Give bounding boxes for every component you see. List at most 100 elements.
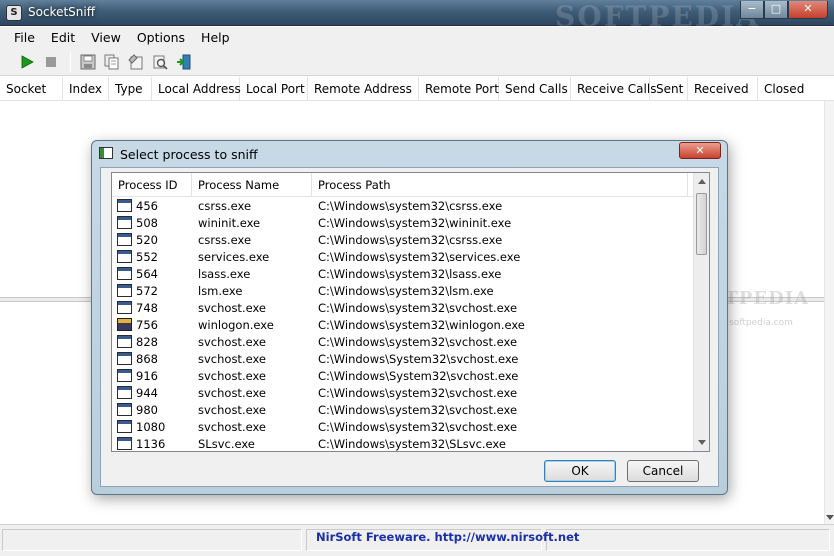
- dialog-window-icon: [99, 147, 113, 159]
- process-id-cell: 1136: [112, 437, 192, 451]
- stop-sniff-button[interactable]: [40, 51, 62, 73]
- maximize-button[interactable]: □: [764, 1, 788, 19]
- select-process-dialog: Select process to sniff ✕ Process ID Pro…: [91, 140, 728, 495]
- process-window-icon: [117, 199, 132, 212]
- column-closed[interactable]: Closed: [758, 77, 830, 101]
- process-window-icon: [117, 437, 132, 450]
- process-id: 916: [136, 368, 158, 383]
- menu-help[interactable]: Help: [193, 30, 238, 45]
- column-local-port[interactable]: Local Port: [240, 77, 308, 101]
- process-path: C:\Windows\system32\services.exe: [318, 249, 521, 264]
- column-type[interactable]: Type: [109, 77, 152, 101]
- column-remote-address[interactable]: Remote Address: [308, 77, 419, 101]
- menu-file[interactable]: File: [6, 30, 43, 45]
- dialog-close-button[interactable]: ✕: [679, 142, 721, 159]
- process-path: C:\Windows\system32\csrss.exe: [318, 198, 503, 213]
- column-received[interactable]: Received: [688, 77, 758, 101]
- process-list-scrollbar[interactable]: [693, 173, 709, 451]
- process-id: 572: [136, 283, 158, 298]
- minimize-button[interactable]: −: [740, 1, 764, 19]
- column-sent[interactable]: Sent: [650, 77, 688, 101]
- scrollbar-thumb[interactable]: [696, 193, 707, 255]
- process-id: 1080: [136, 419, 166, 434]
- column-process-path[interactable]: Process Path: [312, 173, 688, 197]
- process-path: C:\Windows\System32\svchost.exe: [318, 351, 519, 366]
- dialog-client-area: Process ID Process Name Process Path 456…: [100, 167, 719, 487]
- start-sniff-button[interactable]: [16, 51, 38, 73]
- process-row[interactable]: 916 svchost.exe C:\Windows\System32\svchos…: [112, 367, 694, 384]
- process-list-body[interactable]: 456 csrss.exe C:\Windows\system32\csrss.ex…: [112, 197, 694, 451]
- process-row[interactable]: 944 svchost.exe C:\Windows\system32\svchos…: [112, 384, 694, 401]
- process-row[interactable]: 756 winlogon.exe C:\Windows\system32\winlo…: [112, 316, 694, 333]
- scroll-up-arrow-icon[interactable]: [698, 179, 706, 184]
- process-row[interactable]: 1136 SLsvc.exe C:\Windows\system32\SLsvc.e…: [112, 435, 694, 451]
- process-name: SLsvc.exe: [198, 436, 255, 451]
- socket-list-header: Socket Index Type Local Address Local Po…: [0, 77, 834, 101]
- process-id: 980: [136, 402, 158, 417]
- find-button[interactable]: [149, 51, 171, 73]
- process-id-cell: 456: [112, 199, 192, 213]
- process-name: svchost.exe: [198, 334, 267, 349]
- cancel-button[interactable]: Cancel: [627, 460, 699, 482]
- menu-options[interactable]: Options: [129, 30, 193, 45]
- scroll-down-arrow-icon[interactable]: [698, 440, 706, 445]
- exit-button[interactable]: [173, 51, 195, 73]
- column-index[interactable]: Index: [63, 77, 109, 101]
- close-button[interactable]: ✕: [788, 1, 828, 19]
- process-row[interactable]: 1080 svchost.exe C:\Windows\system32\svcho…: [112, 418, 694, 435]
- process-path: C:\Windows\system32\lsm.exe: [318, 283, 494, 298]
- dialog-title-bar[interactable]: Select process to sniff ✕: [92, 141, 727, 167]
- process-row[interactable]: 572 lsm.exe C:\Windows\system32\lsm.exe: [112, 282, 694, 299]
- dialog-title: Select process to sniff: [120, 147, 258, 162]
- scroll-down-arrow-icon[interactable]: [826, 515, 834, 520]
- process-list[interactable]: Process ID Process Name Process Path 456…: [111, 172, 710, 452]
- status-bar: NirSoft Freeware. http://www.nirsoft.net: [0, 524, 834, 556]
- process-id: 828: [136, 334, 158, 349]
- title-bar[interactable]: S SocketSniff SOFTPEDIA − □ ✕: [0, 0, 834, 33]
- column-process-id[interactable]: Process ID: [112, 173, 192, 197]
- process-row[interactable]: 868 svchost.exe C:\Windows\System32\svchos…: [112, 350, 694, 367]
- column-remote-port[interactable]: Remote Port: [419, 77, 499, 101]
- process-name: services.exe: [198, 249, 270, 264]
- copy-button[interactable]: [101, 51, 123, 73]
- main-vertical-scrollbar[interactable]: [824, 101, 834, 524]
- ok-button[interactable]: OK: [544, 460, 616, 482]
- process-row[interactable]: 508 wininit.exe C:\Windows\system32\winini…: [112, 214, 694, 231]
- column-process-name[interactable]: Process Name: [192, 173, 312, 197]
- process-name: winlogon.exe: [198, 317, 274, 332]
- process-path: C:\Windows\system32\svchost.exe: [318, 385, 518, 400]
- process-window-icon: [117, 386, 132, 399]
- process-id-cell: 756: [112, 318, 192, 332]
- save-button[interactable]: [77, 51, 99, 73]
- menu-bar: File Edit View Options Help: [0, 27, 834, 48]
- nirsoft-link[interactable]: NirSoft Freeware. http://www.nirsoft.net: [316, 530, 579, 544]
- process-list-header: Process ID Process Name Process Path: [112, 173, 694, 197]
- process-window-icon: [117, 250, 132, 263]
- process-row[interactable]: 828 svchost.exe C:\Windows\system32\svchos…: [112, 333, 694, 350]
- process-window-icon: [117, 301, 132, 314]
- column-socket[interactable]: Socket: [0, 77, 63, 101]
- process-row[interactable]: 564 lsass.exe C:\Windows\system32\lsass.ex…: [112, 265, 694, 282]
- process-row[interactable]: 748 svchost.exe C:\Windows\system32\svchos…: [112, 299, 694, 316]
- process-name: svchost.exe: [198, 402, 267, 417]
- menu-view[interactable]: View: [83, 30, 129, 45]
- process-name: lsass.exe: [198, 266, 251, 281]
- process-row[interactable]: 520 csrss.exe C:\Windows\system32\csrss.ex…: [112, 231, 694, 248]
- process-row[interactable]: 552 services.exe C:\Windows\system32\servi…: [112, 248, 694, 265]
- column-send-calls[interactable]: Send Calls: [499, 77, 571, 101]
- process-id: 1136: [136, 436, 166, 451]
- process-window-icon: [117, 369, 132, 382]
- process-path: C:\Windows\system32\lsass.exe: [318, 266, 502, 281]
- process-window-icon: [117, 352, 132, 365]
- process-row[interactable]: 456 csrss.exe C:\Windows\system32\csrss.ex…: [112, 197, 694, 214]
- process-id-cell: 508: [112, 216, 192, 230]
- process-name: csrss.exe: [198, 198, 252, 213]
- menu-edit[interactable]: Edit: [43, 30, 83, 45]
- process-id: 868: [136, 351, 158, 366]
- window-title: SocketSniff: [28, 5, 95, 19]
- process-name: svchost.exe: [198, 368, 267, 383]
- properties-button[interactable]: [125, 51, 147, 73]
- process-row[interactable]: 980 svchost.exe C:\Windows\system32\svchos…: [112, 401, 694, 418]
- column-receive-calls[interactable]: Receive Calls: [571, 77, 656, 101]
- column-local-address[interactable]: Local Address: [152, 77, 241, 101]
